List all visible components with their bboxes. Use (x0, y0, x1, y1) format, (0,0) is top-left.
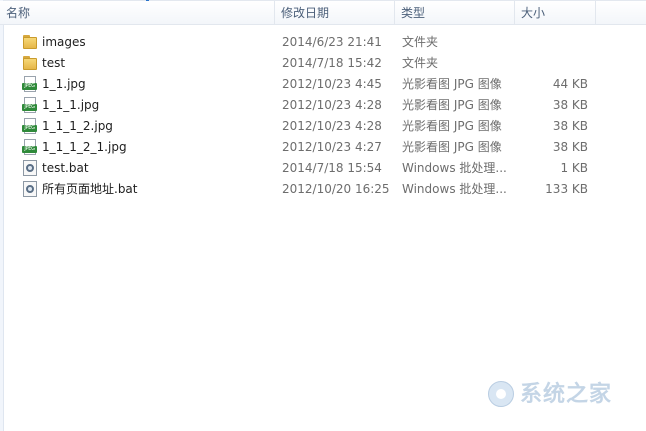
file-date-modified: 2012/10/23 4:28 (282, 98, 382, 112)
file-row[interactable]: JPEG 1_1_1_2.jpg 2012/10/23 4:28 光影看图 JPG 图… (0, 116, 646, 137)
file-size: 38 KB (552, 140, 588, 154)
watermark-text: 系统之家 (520, 382, 613, 407)
file-list: images 2014/6/23 21:41 文件夹 test 2014/7/18 15… (0, 32, 646, 200)
file-name-cell[interactable]: test (22, 53, 274, 74)
file-date-modified: 2012/10/23 4:28 (282, 119, 382, 133)
file-name-cell[interactable]: 所有页面地址.bat (22, 179, 274, 200)
column-header-bar: 名称 修改日期 类型 大小 (0, 1, 646, 25)
file-type: 光影看图 JPG 图像 (402, 140, 502, 154)
file-row[interactable]: JPEG 1_1.jpg 2012/10/23 4:45 光影看图 JPG 图像 44 … (0, 74, 646, 95)
jpeg-icon: JPEG (22, 76, 38, 93)
file-type: 光影看图 JPG 图像 (402, 98, 502, 112)
file-type: 光影看图 JPG 图像 (402, 119, 502, 133)
file-name-cell[interactable]: JPEG 1_1_1_2_1.jpg (22, 137, 274, 158)
file-size: 133 KB (545, 182, 588, 196)
file-name-cell[interactable]: JPEG 1_1_1.jpg (22, 95, 274, 116)
jpeg-icon: JPEG (22, 118, 38, 135)
file-name: 1_1.jpg (42, 77, 86, 91)
file-type: 文件夹 (402, 56, 439, 70)
folder-icon (22, 34, 38, 51)
jpeg-icon: JPEG (22, 139, 38, 156)
file-row[interactable]: 所有页面地址.bat 2012/10/20 16:25 Windows 批处理...… (0, 179, 646, 200)
file-date-modified: 2012/10/23 4:27 (282, 140, 382, 154)
file-name: test.bat (42, 161, 89, 175)
watermark-logo-icon (488, 381, 514, 407)
file-name: images (42, 35, 86, 49)
file-size (515, 32, 588, 53)
file-name: 1_1_1_2.jpg (42, 119, 113, 133)
column-header-date-modified[interactable]: 修改日期 (275, 1, 395, 25)
file-date-modified: 2014/7/18 15:42 (282, 56, 382, 70)
file-name-cell[interactable]: test.bat (22, 158, 274, 179)
file-type: 光影看图 JPG 图像 (402, 77, 502, 91)
file-explorer-window: 名称 修改日期 类型 大小 images 2014/6/23 21:41 文件夹 te… (0, 0, 646, 431)
bat-icon (22, 160, 38, 177)
file-row[interactable]: JPEG 1_1_1_2_1.jpg 2012/10/23 4:27 光影看图 JPG… (0, 137, 646, 158)
file-size: 44 KB (552, 77, 588, 91)
watermark: 系统之家 (488, 379, 638, 411)
folder-icon (22, 55, 38, 72)
file-date-modified: 2012/10/20 16:25 (282, 182, 390, 196)
file-size (515, 53, 588, 74)
file-name: 1_1_1_2_1.jpg (42, 140, 127, 154)
file-name-cell[interactable]: JPEG 1_1_1_2.jpg (22, 116, 274, 137)
column-header-name[interactable]: 名称 (0, 1, 275, 25)
file-name: test (42, 56, 66, 70)
bat-icon (22, 181, 38, 198)
file-name: 1_1_1.jpg (42, 98, 100, 112)
file-size: 38 KB (552, 98, 588, 112)
file-date-modified: 2012/10/23 4:45 (282, 77, 382, 91)
column-header-size[interactable]: 大小 (515, 1, 596, 25)
file-type: Windows 批处理... (402, 182, 506, 196)
file-type: Windows 批处理... (402, 161, 506, 175)
file-date-modified: 2014/7/18 15:54 (282, 161, 382, 175)
column-header-type[interactable]: 类型 (395, 1, 515, 25)
file-size: 38 KB (552, 119, 588, 133)
file-name: 所有页面地址.bat (42, 182, 138, 196)
file-type: 文件夹 (402, 35, 439, 49)
file-row[interactable]: test.bat 2014/7/18 15:54 Windows 批处理... 1 K… (0, 158, 646, 179)
file-row[interactable]: images 2014/6/23 21:41 文件夹 (0, 32, 646, 53)
file-size: 1 KB (560, 161, 588, 175)
file-date-modified: 2014/6/23 21:41 (282, 35, 382, 49)
jpeg-icon: JPEG (22, 97, 38, 114)
file-name-cell[interactable]: images (22, 32, 274, 53)
file-name-cell[interactable]: JPEG 1_1.jpg (22, 74, 274, 95)
file-row[interactable]: JPEG 1_1_1.jpg 2012/10/23 4:28 光影看图 JPG 图像 3… (0, 95, 646, 116)
file-row[interactable]: test 2014/7/18 15:42 文件夹 (0, 53, 646, 74)
